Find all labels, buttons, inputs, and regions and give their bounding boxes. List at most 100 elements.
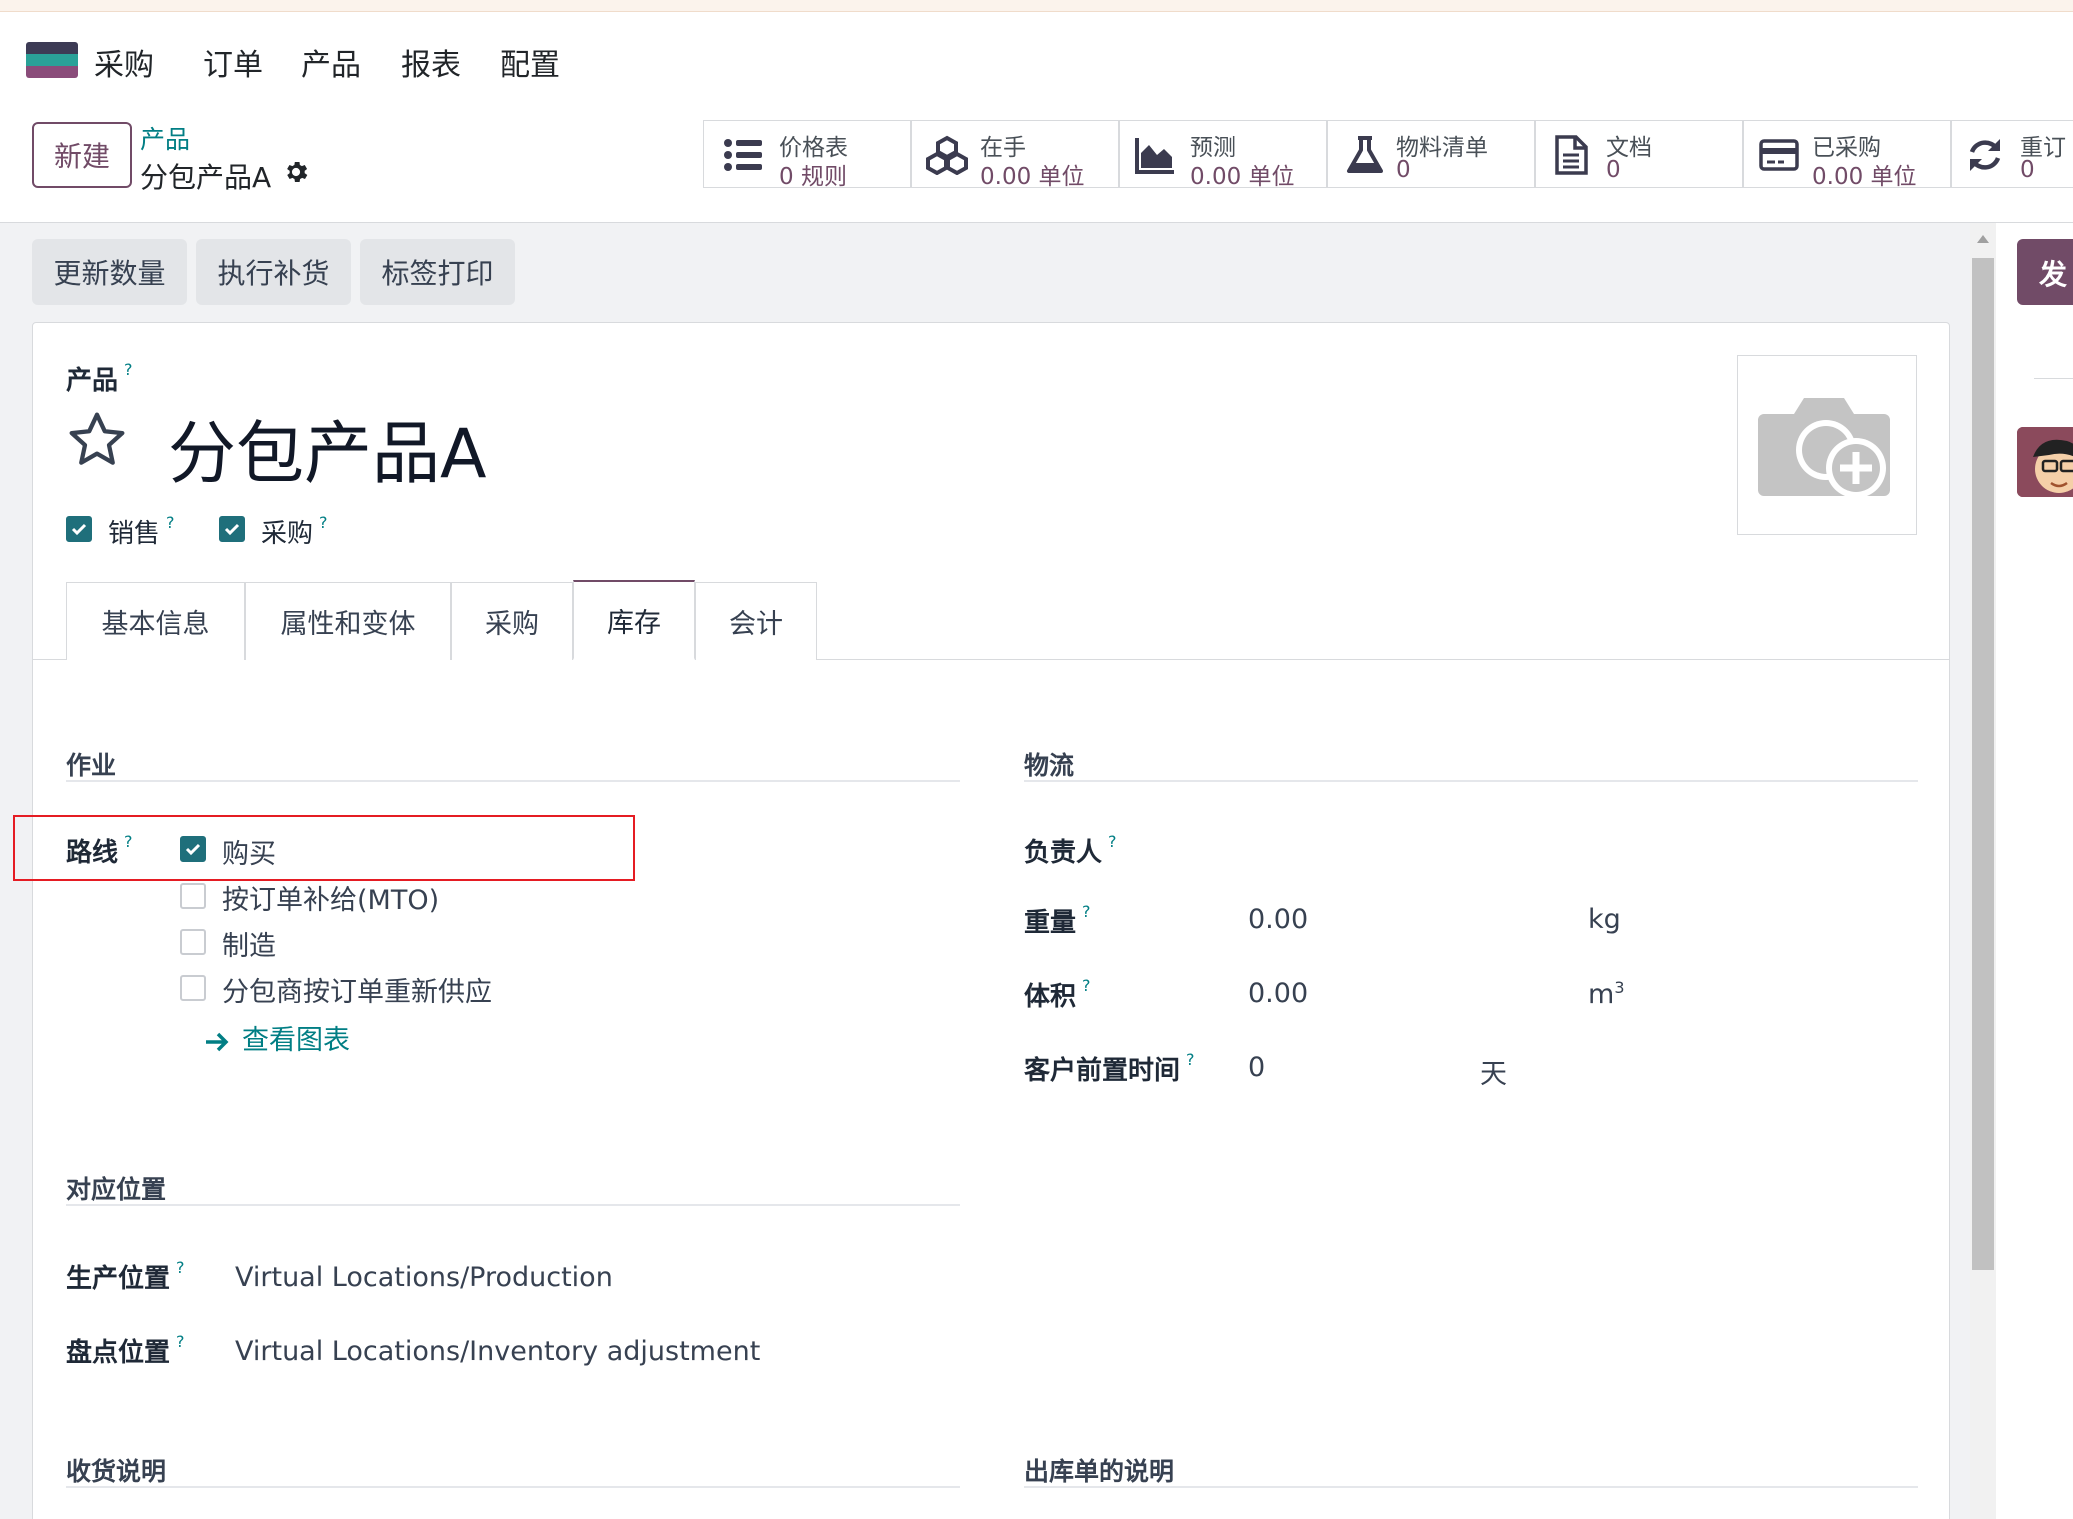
chatter-panel [1996, 223, 2073, 1519]
help-icon: ? [176, 1332, 185, 1351]
purchase-ok-label: 采购? [261, 513, 328, 549]
breadcrumb-parent[interactable]: 产品 [140, 120, 190, 156]
smart-button-on-hand[interactable]: 在手 0.00 单位 [911, 120, 1119, 190]
smart-value: 0 [1396, 157, 1411, 183]
customer-lead-time-label: 客户前置时间? [1024, 1050, 1195, 1086]
route-checkbox-manufacture[interactable] [180, 929, 206, 955]
refresh-icon [1969, 139, 2001, 171]
document-icon [1555, 135, 1588, 175]
responsible-label: 负责人? [1024, 832, 1117, 868]
help-icon: ? [176, 1258, 185, 1277]
section-divider [1024, 780, 1918, 782]
customer-lead-time-field[interactable]: 0 [1248, 1052, 1265, 1083]
route-checkbox-mto[interactable] [180, 883, 206, 909]
sale-ok-checkbox[interactable] [66, 516, 92, 542]
app-logo-icon[interactable] [26, 42, 78, 78]
smart-button-bom[interactable]: 物料清单 0 [1327, 120, 1535, 188]
help-icon: ? [1082, 902, 1091, 921]
section-logistics-title: 物流 [1024, 751, 1075, 780]
smart-button-documents[interactable]: 文档 0 [1535, 120, 1743, 188]
menu-reports[interactable]: 报表 [401, 40, 461, 84]
flask-icon [1347, 136, 1383, 173]
purchase-ok-checkbox[interactable] [219, 516, 245, 542]
check-icon [224, 523, 240, 536]
help-icon: ? [1108, 832, 1117, 851]
area-chart-icon [1135, 138, 1174, 174]
send-message-button[interactable]: 发 [2017, 239, 2073, 305]
replenish-button[interactable]: 执行补货 [196, 239, 351, 305]
production-location-label: 生产位置? [66, 1258, 185, 1294]
route-label-mto: 按订单补给(MTO) [222, 885, 440, 916]
smart-value: 0.00 单位 [1812, 164, 1917, 190]
section-operations-title: 作业 [66, 751, 117, 780]
help-icon: ? [166, 513, 175, 532]
sale-ok-label: 销售? [108, 513, 175, 549]
tab-accounting[interactable]: 会计 [695, 582, 817, 660]
weight-field[interactable]: 0.00 [1248, 904, 1308, 935]
volume-label: 体积? [1024, 976, 1091, 1012]
avatar-face-icon [2017, 427, 2073, 497]
help-icon: ? [1082, 976, 1091, 995]
smart-button-pricelist[interactable]: 价格表 0 规则 [703, 120, 911, 190]
update-quantity-button[interactable]: 更新数量 [32, 239, 187, 305]
product-name-label: 产品? [66, 360, 133, 396]
top-strip [0, 0, 2073, 12]
scrollbar-thumb[interactable] [1972, 258, 1994, 1270]
app-name[interactable]: 采购 [94, 40, 154, 84]
new-button[interactable]: 新建 [32, 122, 132, 188]
smart-button-purchased[interactable]: 已采购 0.00 单位 [1743, 120, 1951, 190]
smart-value: 0.00 单位 [1190, 164, 1295, 190]
customer-lead-time-unit: 天 [1480, 1059, 1507, 1090]
menu-orders[interactable]: 订单 [203, 40, 263, 84]
section-delivery-description-title: 出库单的说明 [1024, 1457, 1175, 1486]
weight-label: 重量? [1024, 902, 1091, 938]
responsible-field[interactable] [1248, 822, 1918, 866]
menu-products[interactable]: 产品 [301, 40, 361, 84]
chatter-divider [2034, 378, 2073, 379]
inventory-location-field[interactable]: Virtual Locations/Inventory adjustment [235, 1336, 760, 1367]
favorite-star-icon[interactable] [64, 408, 130, 472]
production-location-field[interactable]: Virtual Locations/Production [235, 1262, 613, 1293]
user-avatar[interactable] [2017, 427, 2073, 497]
tab-attributes-variants[interactable]: 属性和变体 [245, 582, 451, 660]
section-divider [1024, 1486, 1918, 1488]
view-diagram-link[interactable]: 查看图表 [204, 1018, 350, 1057]
section-receipt-description-title: 收货说明 [66, 1457, 167, 1486]
product-image-field[interactable] [1737, 355, 1917, 535]
arrow-right-icon [206, 1032, 229, 1051]
section-divider [66, 1486, 960, 1488]
smart-button-reordering[interactable]: 重订 0 [1951, 120, 2073, 188]
tab-inventory[interactable]: 库存 [573, 580, 695, 660]
smart-value: 0 [1606, 157, 1621, 183]
help-icon: ? [319, 513, 328, 532]
smart-button-forecast[interactable]: 预测 0.00 单位 [1119, 120, 1327, 190]
help-icon: ? [124, 360, 133, 379]
route-checkbox-subcontract[interactable] [180, 975, 206, 1001]
weight-unit: kg [1588, 904, 1621, 935]
volume-unit: m3 [1588, 978, 1625, 1010]
camera-add-icon [1758, 398, 1890, 498]
breadcrumb-current: 分包产品A [140, 161, 272, 194]
smart-value: 0 [2020, 157, 2035, 183]
list-icon [724, 139, 762, 171]
section-divider [66, 780, 960, 782]
print-labels-button[interactable]: 标签打印 [360, 239, 515, 305]
product-name-field[interactable]: 分包产品A [168, 398, 487, 497]
section-divider [66, 1204, 960, 1206]
inventory-location-label: 盘点位置? [66, 1332, 185, 1368]
tab-general-info[interactable]: 基本信息 [66, 582, 245, 660]
menu-configuration[interactable]: 配置 [500, 40, 560, 84]
section-locations-title: 对应位置 [66, 1175, 167, 1204]
tab-purchase[interactable]: 采购 [451, 582, 573, 660]
volume-field[interactable]: 0.00 [1248, 978, 1308, 1009]
help-icon: ? [1186, 1050, 1195, 1069]
check-icon [71, 523, 87, 536]
scroll-up-arrow-icon[interactable] [1975, 232, 1991, 246]
highlight-annotation-box [13, 815, 635, 881]
smart-value: 0.00 单位 [980, 164, 1085, 190]
smart-value: 0 规则 [779, 164, 847, 190]
route-label-subcontract: 分包商按订单重新供应 [222, 977, 492, 1008]
route-label-manufacture: 制造 [222, 931, 276, 962]
gear-icon[interactable] [282, 158, 310, 186]
cubes-icon [926, 135, 968, 175]
